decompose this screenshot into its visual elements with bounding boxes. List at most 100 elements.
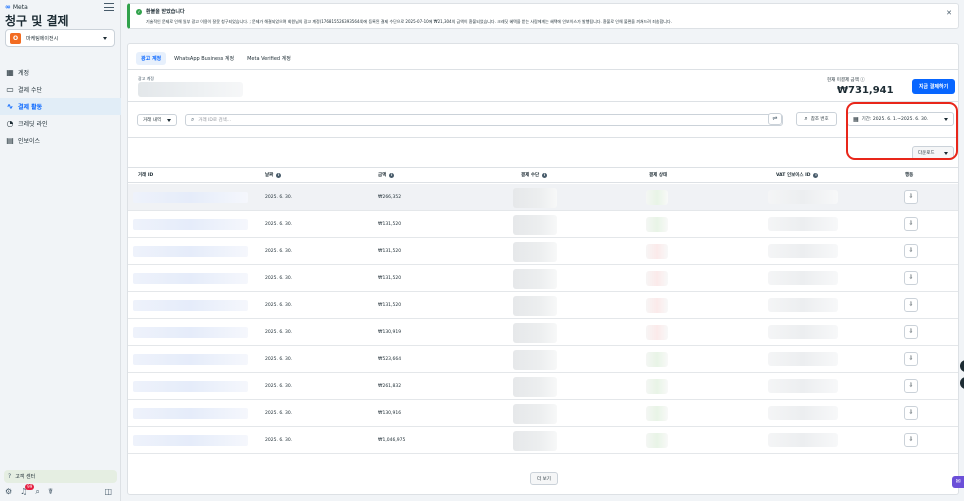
menu-icon[interactable] — [104, 3, 114, 12]
transaction-id-redacted[interactable] — [133, 246, 248, 257]
meta-logo[interactable]: ∞ Meta — [5, 3, 28, 11]
download-receipt-icon[interactable]: ⇩ — [904, 244, 918, 258]
download-receipt-icon[interactable]: ⇩ — [904, 271, 918, 285]
info-icon[interactable]: ⓘ — [860, 78, 865, 83]
transaction-id-redacted[interactable] — [133, 354, 248, 365]
help-center-link[interactable]: ? 고객 센터 — [4, 470, 117, 483]
download-receipt-icon[interactable]: ⇩ — [904, 352, 918, 366]
payment-status-redacted — [646, 298, 668, 313]
table-row[interactable]: 2025. 6. 30. ₩131,520 ⇩ — [128, 211, 958, 238]
sidebar-item-payment-activity[interactable]: ∿ 결제 활동 — [0, 98, 121, 115]
transaction-id-redacted[interactable] — [133, 273, 248, 284]
chat-icon[interactable]: ✉ — [952, 476, 964, 488]
transaction-id-redacted[interactable] — [133, 219, 248, 230]
reference-number-button[interactable]: ⌕ 참조 번호 — [796, 112, 837, 126]
transaction-id-redacted[interactable] — [133, 300, 248, 311]
column-header-payment-method[interactable]: 결제 수단 i — [521, 172, 548, 178]
sidebar-item-credit-line[interactable]: ◔ 크레딧 라인 — [0, 115, 121, 132]
see-more-button[interactable]: 더 보기 — [530, 472, 558, 485]
table-row[interactable]: 2025. 6. 30. ₩131,520 ⇩ — [128, 292, 958, 319]
column-header-actions: 행동 — [905, 173, 914, 178]
table-row[interactable]: 2025. 6. 30. ₩130,916 ⇩ — [128, 400, 958, 427]
info-icon: i — [542, 173, 548, 178]
transaction-date: 2025. 6. 30. — [265, 438, 293, 443]
transaction-amount: ₩131,520 — [378, 249, 402, 254]
table-row[interactable]: 2025. 6. 30. ₩523,664 ⇩ — [128, 346, 958, 373]
transaction-date: 2025. 6. 30. — [265, 330, 293, 335]
chevron-down-icon — [167, 119, 171, 122]
tab-ad-accounts[interactable]: 광고 계정 — [136, 51, 167, 65]
settings-icon[interactable]: ⚙ — [5, 487, 12, 497]
filter-settings-icon[interactable]: ⇌ — [768, 113, 782, 125]
payment-method-redacted — [513, 431, 557, 451]
column-header-transaction-id[interactable]: 거래 ID — [138, 172, 153, 178]
side-handle[interactable] — [960, 360, 964, 372]
sidebar-item-payment-methods[interactable]: ▭ 결제 수단 — [0, 81, 121, 98]
transaction-amount: ₩130,916 — [378, 411, 402, 416]
side-handle[interactable] — [960, 377, 964, 389]
payment-status-redacted — [646, 406, 668, 421]
payment-method-redacted — [513, 323, 557, 343]
table-row[interactable]: 2025. 6. 30. ₩261,832 ⇩ — [128, 373, 958, 400]
close-icon[interactable]: ✕ — [946, 9, 952, 17]
business-account-selector[interactable]: O 마케팅에이전시 — [5, 29, 115, 47]
download-receipt-icon[interactable]: ⇩ — [904, 325, 918, 339]
pay-now-button[interactable]: 지금 결제하기 — [912, 79, 955, 94]
transaction-amount: ₩266,352 — [378, 195, 402, 200]
vat-invoice-id-redacted — [768, 190, 838, 204]
vat-invoice-id-redacted — [768, 298, 838, 312]
transaction-date: 2025. 6. 30. — [265, 411, 293, 416]
download-receipt-icon[interactable]: ⇩ — [904, 379, 918, 393]
reference-number-label: 참조 번호 — [810, 117, 829, 122]
transaction-id-redacted[interactable] — [133, 327, 248, 338]
column-header-date[interactable]: 날짜 i — [265, 172, 282, 178]
card-icon: ▭ — [6, 84, 14, 94]
panel-toggle-icon[interactable]: ◫ — [104, 487, 112, 497]
transaction-id-redacted[interactable] — [133, 408, 248, 419]
table-row[interactable]: 2025. 6. 30. ₩1,046,975 ⇩ — [128, 427, 958, 454]
transaction-date: 2025. 6. 30. — [265, 303, 293, 308]
account-type-tabs: 광고 계정 WhatsApp Business 계정 Meta Verified… — [136, 51, 299, 65]
column-header-vat-invoice-id[interactable]: VAT 인보이스 ID i — [776, 172, 819, 178]
sidebar-item-invoices[interactable]: ▤ 인보이스 — [0, 132, 121, 149]
transactions-table-body: 2025. 6. 30. ₩266,352 ⇩ 2025. 6. 30. ₩131,52… — [128, 184, 958, 454]
info-icon: i — [276, 173, 282, 178]
brand-name: Meta — [12, 3, 28, 11]
transaction-search-input[interactable]: ⌕ 거래 ID로 검색... — [185, 114, 783, 126]
sidebar-item-label: 계정 — [18, 70, 30, 77]
transaction-id-redacted[interactable] — [133, 435, 248, 446]
download-receipt-icon[interactable]: ⇩ — [904, 298, 918, 312]
table-row[interactable]: 2025. 6. 30. ₩131,520 ⇩ — [128, 265, 958, 292]
search-icon[interactable]: ⌕ — [35, 487, 39, 497]
download-receipt-icon[interactable]: ⇩ — [904, 190, 918, 204]
sidebar-item-accounts[interactable]: ▦ 계정 — [0, 64, 121, 81]
balance-label: 현재 미결제 금액 ⓘ — [827, 78, 865, 83]
payment-status-redacted — [646, 244, 668, 259]
transaction-type-dropdown[interactable]: 거래 내역 — [137, 114, 177, 126]
notifications-icon[interactable]: ♫ 99 — [20, 484, 35, 497]
account-name: 마케팅에이전시 — [26, 35, 59, 42]
download-receipt-icon[interactable]: ⇩ — [904, 406, 918, 420]
transaction-date: 2025. 6. 30. — [265, 249, 293, 254]
sidebar: ∞ Meta 청구 및 결제 O 마케팅에이전시 ▦ 계정 ▭ 결제 수단 ∿ … — [0, 0, 121, 501]
bug-report-icon[interactable]: ☤ — [48, 487, 53, 497]
table-row[interactable]: 2025. 6. 30. ₩130,919 ⇩ — [128, 319, 958, 346]
tab-meta-verified[interactable]: Meta Verified 계정 — [242, 52, 296, 65]
download-receipt-icon[interactable]: ⇩ — [904, 217, 918, 231]
info-icon: i — [813, 173, 819, 178]
column-header-payment-status[interactable]: 결제 상태 — [649, 172, 667, 178]
payment-status-redacted — [646, 217, 668, 232]
payment-status-redacted — [646, 433, 668, 448]
transaction-date: 2025. 6. 30. — [265, 357, 293, 362]
column-header-amount[interactable]: 금액 i — [378, 172, 395, 178]
tab-whatsapp-business[interactable]: WhatsApp Business 계정 — [169, 52, 239, 65]
transaction-id-redacted[interactable] — [133, 381, 248, 392]
vat-invoice-id-redacted — [768, 352, 838, 366]
credit-line-icon: ◔ — [6, 118, 14, 128]
transaction-id-redacted[interactable] — [133, 192, 248, 203]
table-row[interactable]: 2025. 6. 30. ₩266,352 ⇩ — [128, 184, 958, 211]
table-row[interactable]: 2025. 6. 30. ₩131,520 ⇩ — [128, 238, 958, 265]
sidebar-item-label: 결제 활동 — [18, 104, 43, 111]
accounts-icon: ▦ — [6, 67, 14, 77]
download-receipt-icon[interactable]: ⇩ — [904, 433, 918, 447]
